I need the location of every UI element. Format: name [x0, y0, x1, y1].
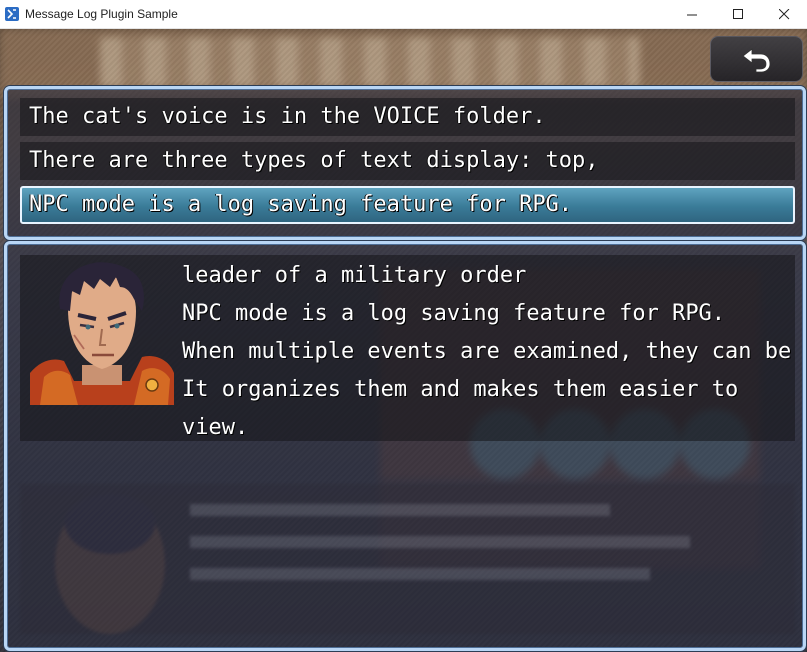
message-line: NPC mode is a log saving feature for RPG…: [182, 301, 726, 326]
military-leader-face-icon: [30, 262, 174, 405]
message-line: When multiple events are examined, they …: [182, 339, 792, 364]
log-item-selected[interactable]: NPC mode is a log saving feature for RPG…: [20, 186, 795, 224]
return-arrow-icon: [741, 48, 770, 73]
title-bar[interactable]: Message Log Plugin Sample: [0, 0, 807, 29]
message-line: leader of a military order: [182, 263, 527, 288]
character-face-portrait: [30, 261, 174, 405]
log-list-window: The cat's voice is in the VOICE folder. …: [4, 86, 806, 240]
minimize-icon: [686, 14, 697, 15]
faded-background-message: [20, 474, 795, 644]
app-window: Message Log Plugin Sample The cat's voic…: [0, 0, 807, 652]
maximize-button[interactable]: [715, 0, 761, 28]
log-item[interactable]: There are three types of text display: t…: [20, 142, 795, 180]
close-button[interactable]: [761, 0, 807, 28]
minimize-button[interactable]: [669, 0, 715, 28]
back-button[interactable]: [710, 36, 803, 82]
message-line: It organizes them and makes them easier …: [182, 377, 739, 402]
game-canvas[interactable]: The cat's voice is in the VOICE folder. …: [0, 29, 807, 652]
message-line: view.: [182, 415, 249, 440]
close-icon: [778, 8, 789, 19]
maximize-icon: [732, 8, 743, 19]
log-item[interactable]: The cat's voice is in the VOICE folder.: [20, 98, 795, 136]
message-text: leader of a military order NPC mode is a…: [182, 257, 792, 447]
window-title: Message Log Plugin Sample: [25, 7, 178, 21]
app-icon: [5, 7, 19, 21]
message-window: leader of a military order NPC mode is a…: [4, 241, 806, 651]
message-panel: leader of a military order NPC mode is a…: [20, 255, 795, 441]
